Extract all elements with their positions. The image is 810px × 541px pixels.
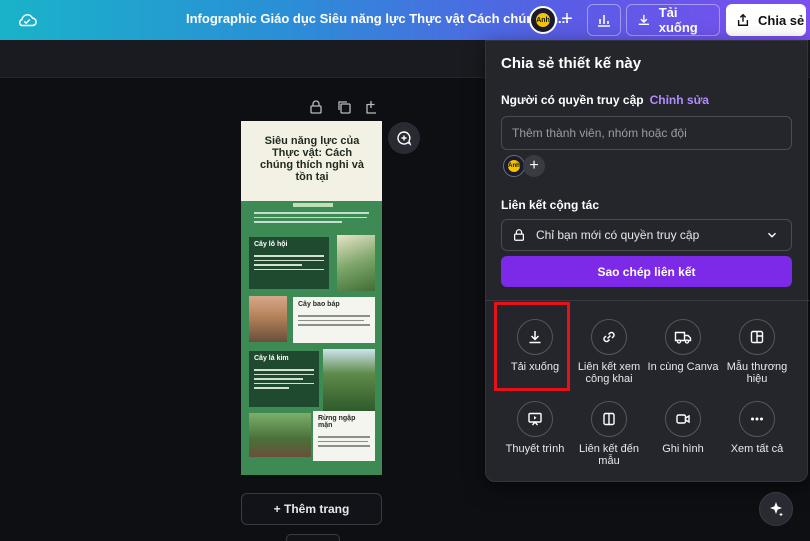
design-title-text: Siêu năng lực của Thực vật: Cách chúng t…: [260, 135, 364, 183]
more-icon: [751, 417, 763, 421]
comment-add-icon: [397, 131, 412, 146]
lock-icon[interactable]: [308, 99, 324, 115]
bar-chart-icon: [598, 15, 610, 27]
mangrove-photo: [249, 413, 311, 457]
design-title[interactable]: Infographic Giáo dục Siêu năng lực Thực …: [186, 11, 569, 26]
card-mangrove: Rừng ngập mặn: [313, 411, 375, 461]
collab-access-value: Chỉ bạn mới có quyền truy cập: [536, 228, 700, 242]
add-collaborator-button[interactable]: +: [557, 9, 577, 30]
option-label: Ghi hình: [662, 443, 704, 455]
link-icon: [603, 331, 615, 343]
comment-button[interactable]: [388, 122, 420, 154]
card-conifer: Cây lá kim: [249, 351, 319, 407]
share-icon: [737, 13, 749, 26]
template-icon: [750, 330, 764, 344]
user-avatar[interactable]: Anh: [529, 6, 557, 34]
present-icon: [528, 412, 542, 426]
option-record[interactable]: Ghi hình: [643, 401, 723, 455]
card-title: Cây lá kim: [254, 355, 289, 362]
camera-icon: [676, 414, 690, 424]
option-label: Mẫu thương hiệu: [726, 361, 788, 385]
share-panel-title: Chia sẻ thiết kế này: [501, 55, 642, 72]
edit-permission-link[interactable]: Chỉnh sửa: [650, 93, 709, 107]
highlight-box: [494, 302, 570, 391]
share-panel: Chia sẻ thiết kế này Người có quyền truy…: [485, 40, 809, 482]
collab-link-label: Liên kết cộng tác: [501, 198, 600, 212]
download-icon: [638, 14, 650, 25]
baobab-photo: [249, 296, 287, 342]
option-label: Xem tất cả: [730, 443, 784, 455]
intro-text: [249, 209, 374, 231]
option-template-link[interactable]: Liên kết đến mẫu: [569, 401, 649, 467]
top-bar: Infographic Giáo dục Siêu năng lực Thực …: [0, 0, 810, 40]
duplicate-icon[interactable]: [336, 99, 352, 115]
design-page[interactable]: Siêu năng lực của Thực vật: Cách chúng t…: [241, 121, 382, 475]
option-label: Thuyết trình: [505, 443, 565, 455]
add-member-button[interactable]: +: [523, 155, 545, 177]
design-header: Siêu năng lực của Thực vật: Cách chúng t…: [241, 121, 382, 201]
add-page-icon[interactable]: [364, 99, 380, 115]
divider: [486, 300, 809, 301]
access-label: Người có quyền truy cập: [501, 93, 644, 107]
truck-icon: [674, 331, 692, 344]
chevron-down-icon: [768, 232, 776, 238]
collab-access-select[interactable]: Chỉ bạn mới có quyền truy cập: [501, 219, 792, 251]
card-baobab: Cây bao báp: [293, 297, 375, 343]
layout-icon: [603, 412, 615, 426]
sparkle-icon: [770, 502, 783, 517]
aloe-photo: [337, 235, 375, 291]
avatar-logo: Anh: [536, 13, 550, 27]
option-public-view-link[interactable]: Liên kết xem công khai: [569, 319, 649, 385]
card-title: Rừng ngập mặn: [318, 415, 356, 429]
option-label: Liên kết đến mẫu: [579, 443, 639, 467]
conifer-photo: [323, 349, 375, 411]
owner-avatar[interactable]: Anh: [503, 155, 525, 177]
analytics-button[interactable]: [587, 4, 621, 36]
card-title: Cây lô hội: [254, 241, 288, 248]
option-print-canva[interactable]: In cùng Canva: [643, 319, 723, 373]
option-label: Liên kết xem công khai: [577, 361, 641, 385]
share-button[interactable]: Chia sẻ: [726, 4, 806, 36]
page-toggle-tab[interactable]: [286, 534, 340, 541]
copy-link-button[interactable]: Sao chép liên kết: [501, 256, 792, 287]
avatar-logo: Anh: [508, 160, 520, 172]
page-actions: [308, 99, 380, 115]
add-page-button[interactable]: + Thêm trang: [241, 493, 382, 525]
download-button[interactable]: Tải xuống: [626, 4, 720, 36]
access-section: Người có quyền truy cập Chỉnh sửa: [501, 93, 709, 107]
option-label: In cùng Canva: [647, 361, 719, 373]
header-stripe: [293, 203, 333, 207]
option-brand-template[interactable]: Mẫu thương hiệu: [717, 319, 797, 385]
magic-assistant-button[interactable]: [759, 492, 793, 526]
lock-icon: [514, 229, 524, 241]
card-aloe: Cây lô hội: [249, 237, 329, 289]
option-see-all[interactable]: Xem tất cả: [717, 401, 797, 455]
option-present[interactable]: Thuyết trình: [495, 401, 575, 455]
card-title: Cây bao báp: [298, 301, 340, 308]
download-label: Tải xuống: [658, 5, 698, 35]
member-input[interactable]: Thêm thành viên, nhóm hoặc đội: [501, 116, 792, 150]
cloud-save-icon[interactable]: [16, 10, 38, 30]
share-label: Chia sẻ: [758, 12, 805, 28]
